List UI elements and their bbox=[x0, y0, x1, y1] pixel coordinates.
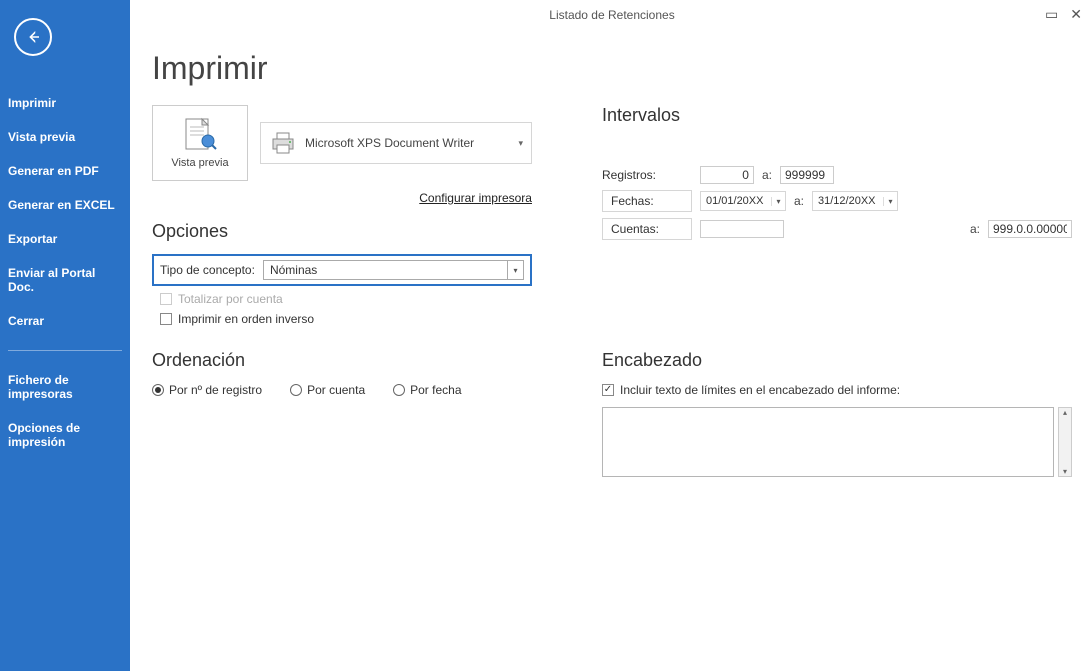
opciones-heading: Opciones bbox=[152, 221, 532, 242]
cuentas-row: Cuentas: a: bbox=[602, 218, 1072, 240]
cuentas-label: Cuentas: bbox=[602, 218, 692, 240]
header-textarea[interactable] bbox=[602, 407, 1054, 477]
cuentas-sep: a: bbox=[970, 222, 980, 236]
sidebar-item-generar-excel[interactable]: Generar en EXCEL bbox=[0, 188, 130, 222]
back-button[interactable] bbox=[14, 18, 52, 56]
concept-type-row: Tipo de concepto: Nóminas ▾ bbox=[152, 254, 532, 286]
include-header-row[interactable]: Incluir texto de límites en el encabezad… bbox=[602, 383, 1072, 397]
radio-registro-label: Por nº de registro bbox=[169, 383, 262, 397]
fechas-from-select[interactable]: 01/01/20XX ▾ bbox=[700, 191, 786, 211]
printer-name: Microsoft XPS Document Writer bbox=[305, 136, 474, 150]
radio-fecha[interactable]: Por fecha bbox=[393, 383, 461, 397]
totalizar-checkbox bbox=[160, 293, 172, 305]
chevron-down-icon: ▾ bbox=[771, 197, 785, 206]
cuentas-to-input[interactable] bbox=[988, 220, 1072, 238]
chevron-down-icon: ▾ bbox=[883, 197, 897, 206]
chevron-down-icon: ▾ bbox=[507, 261, 523, 279]
sidebar-item-opciones-impresion[interactable]: Opciones de impresión bbox=[0, 411, 130, 459]
sidebar-item-portal-doc[interactable]: Enviar al Portal Doc. bbox=[0, 256, 130, 304]
fechas-to-select[interactable]: 31/12/20XX ▾ bbox=[812, 191, 898, 211]
radio-fecha-input[interactable] bbox=[393, 384, 405, 396]
concept-type-select[interactable]: Nóminas ▾ bbox=[263, 260, 524, 280]
totalizar-row: Totalizar por cuenta bbox=[152, 292, 532, 306]
registros-label: Registros: bbox=[602, 168, 692, 182]
include-header-checkbox[interactable] bbox=[602, 384, 614, 396]
back-arrow-icon bbox=[24, 28, 42, 46]
document-preview-icon bbox=[180, 117, 220, 153]
printer-icon bbox=[269, 131, 297, 155]
scroll-up-icon[interactable]: ▴ bbox=[1063, 408, 1067, 417]
fechas-sep: a: bbox=[794, 194, 804, 208]
fechas-from-value: 01/01/20XX bbox=[701, 195, 771, 207]
radio-registro[interactable]: Por nº de registro bbox=[152, 383, 262, 397]
totalizar-label: Totalizar por cuenta bbox=[178, 292, 283, 306]
textarea-scrollbar[interactable]: ▴ ▾ bbox=[1058, 407, 1072, 477]
sidebar-item-cerrar[interactable]: Cerrar bbox=[0, 304, 130, 338]
concept-type-value: Nóminas bbox=[264, 263, 507, 277]
scroll-down-icon[interactable]: ▾ bbox=[1063, 467, 1067, 476]
main-panel: ▭ ✕ Listado de Retenciones Imprimir bbox=[130, 0, 1092, 671]
include-header-label: Incluir texto de límites en el encabezad… bbox=[620, 383, 900, 397]
encabezado-heading: Encabezado bbox=[602, 350, 1072, 371]
cuentas-from-input[interactable] bbox=[700, 220, 784, 238]
window-controls: ▭ ✕ bbox=[1045, 6, 1082, 23]
preview-button-label: Vista previa bbox=[171, 157, 228, 169]
fechas-row: Fechas: 01/01/20XX ▾ a: 31/12/20XX ▾ bbox=[602, 190, 1072, 212]
fechas-to-value: 31/12/20XX bbox=[813, 195, 883, 207]
close-icon[interactable]: ✕ bbox=[1070, 6, 1082, 23]
intervalos-heading: Intervalos bbox=[602, 105, 1072, 126]
registros-row: Registros: a: bbox=[602, 166, 1072, 184]
registros-to-input[interactable] bbox=[780, 166, 834, 184]
registros-sep: a: bbox=[762, 168, 772, 182]
inverso-label: Imprimir en orden inverso bbox=[178, 312, 314, 326]
sidebar-item-generar-pdf[interactable]: Generar en PDF bbox=[0, 154, 130, 188]
configure-printer-link[interactable]: Configurar impresora bbox=[152, 191, 532, 205]
radio-cuenta-input[interactable] bbox=[290, 384, 302, 396]
concept-type-label: Tipo de concepto: bbox=[160, 263, 255, 277]
registros-from-input[interactable] bbox=[700, 166, 754, 184]
radio-cuenta-label: Por cuenta bbox=[307, 383, 365, 397]
fechas-label: Fechas: bbox=[602, 190, 692, 212]
sidebar-item-fichero-impresoras[interactable]: Fichero de impresoras bbox=[0, 363, 130, 411]
printer-select[interactable]: Microsoft XPS Document Writer ▾ bbox=[260, 122, 532, 164]
inverso-checkbox[interactable] bbox=[160, 313, 172, 325]
ordenacion-radio-group: Por nº de registro Por cuenta Por fecha bbox=[152, 383, 532, 397]
sidebar-divider bbox=[8, 350, 122, 351]
page-title: Imprimir bbox=[152, 50, 1072, 87]
radio-registro-input[interactable] bbox=[152, 384, 164, 396]
sidebar-item-exportar[interactable]: Exportar bbox=[0, 222, 130, 256]
preview-button[interactable]: Vista previa bbox=[152, 105, 248, 181]
radio-fecha-label: Por fecha bbox=[410, 383, 461, 397]
ordenacion-heading: Ordenación bbox=[152, 350, 532, 371]
sidebar-item-imprimir[interactable]: Imprimir bbox=[0, 86, 130, 120]
app-title: Listado de Retenciones bbox=[152, 0, 1072, 22]
sidebar-item-vista-previa[interactable]: Vista previa bbox=[0, 120, 130, 154]
radio-cuenta[interactable]: Por cuenta bbox=[290, 383, 365, 397]
sidebar: Imprimir Vista previa Generar en PDF Gen… bbox=[0, 0, 130, 671]
inverso-row[interactable]: Imprimir en orden inverso bbox=[152, 312, 532, 326]
chevron-down-icon: ▾ bbox=[518, 138, 523, 149]
maximize-icon[interactable]: ▭ bbox=[1045, 6, 1058, 23]
